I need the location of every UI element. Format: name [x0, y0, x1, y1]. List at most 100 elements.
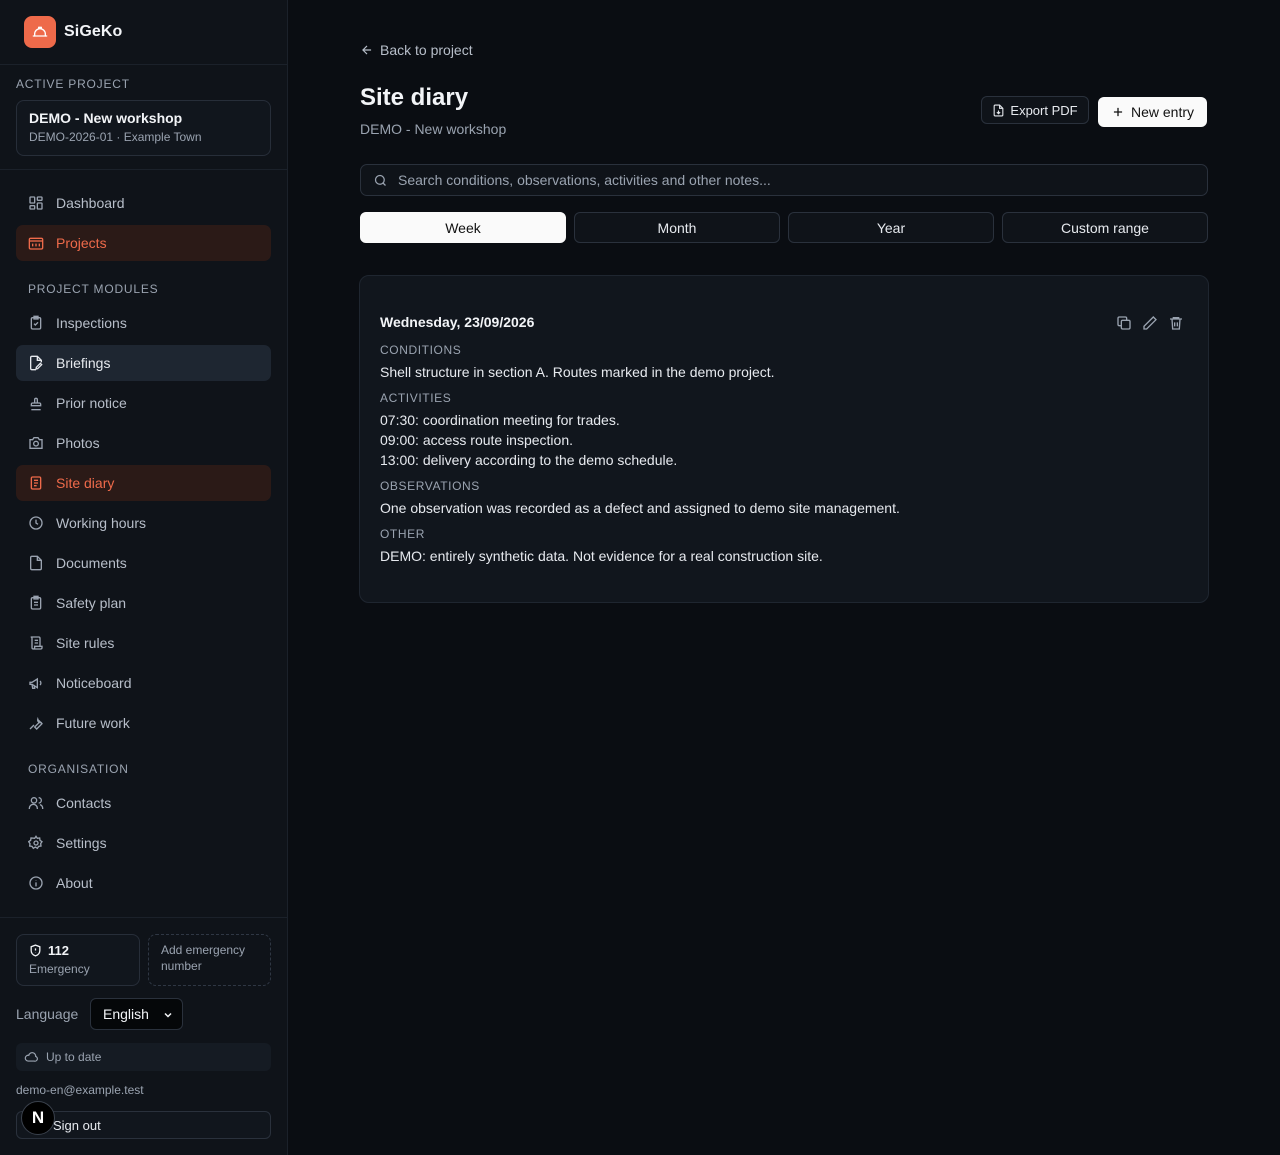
- building-icon: [28, 235, 44, 251]
- nav-label: Briefings: [56, 355, 111, 371]
- add-emergency-button[interactable]: Add emergency number: [148, 934, 271, 986]
- emergency-card[interactable]: 112 Emergency: [16, 934, 140, 986]
- nav-prior-notice[interactable]: Prior notice: [16, 385, 271, 421]
- nav-label: Dashboard: [56, 195, 125, 211]
- file-icon: [28, 555, 44, 571]
- active-project-label: ACTIVE PROJECT: [16, 77, 130, 91]
- activity-line: 09:00: access route inspection.: [380, 432, 574, 448]
- observations-text: One observation was recorded as a defect…: [380, 500, 900, 516]
- trash-icon[interactable]: [1168, 315, 1184, 331]
- nav-label: Photos: [56, 435, 100, 451]
- info-icon: [28, 875, 44, 891]
- search-bar[interactable]: [360, 164, 1208, 196]
- nav-safety-plan[interactable]: Safety plan: [16, 585, 271, 621]
- nav-photos[interactable]: Photos: [16, 425, 271, 461]
- other-label: OTHER: [380, 527, 425, 541]
- export-pdf-button[interactable]: Export PDF: [981, 96, 1089, 124]
- sync-text: Up to date: [46, 1050, 102, 1064]
- nav-about[interactable]: About: [16, 865, 271, 901]
- wrench-icon: [28, 715, 44, 731]
- search-icon: [373, 173, 388, 188]
- nav-label: Site rules: [56, 635, 115, 651]
- organisation-label: ORGANISATION: [28, 762, 129, 776]
- notebook-icon: [28, 475, 44, 491]
- project-meta: DEMO-2026-01 · Example Town: [29, 130, 202, 144]
- nav-contacts[interactable]: Contacts: [16, 785, 271, 821]
- tab-week[interactable]: Week: [360, 212, 566, 243]
- dev-badge[interactable]: N: [21, 1101, 55, 1135]
- hard-hat-icon: [24, 16, 56, 48]
- conditions-label: CONDITIONS: [380, 343, 462, 357]
- brand[interactable]: SiGeKo: [24, 16, 122, 48]
- stamp-icon: [28, 395, 44, 411]
- nav-label: Site diary: [56, 475, 115, 491]
- arrow-left-icon: [360, 43, 374, 57]
- file-download-icon: [992, 104, 1005, 117]
- nav-noticeboard[interactable]: Noticeboard: [16, 665, 271, 701]
- nav-site-diary[interactable]: Site diary: [16, 465, 271, 501]
- observations-label: OBSERVATIONS: [380, 479, 480, 493]
- clipboard-list-icon: [28, 595, 44, 611]
- cloud-check-icon: [24, 1050, 38, 1064]
- scroll-icon: [28, 635, 44, 651]
- dashboard-icon: [28, 195, 44, 211]
- entry-actions: [1116, 315, 1184, 331]
- nav-working-hours[interactable]: Working hours: [16, 505, 271, 541]
- divider: [0, 917, 287, 918]
- megaphone-icon: [28, 675, 44, 691]
- diary-entry-card: Wednesday, 23/09/2026 CONDITIONS Shell s…: [359, 275, 1209, 603]
- active-project-card[interactable]: DEMO - New workshop DEMO-2026-01 · Examp…: [16, 100, 271, 156]
- tab-custom-range[interactable]: Custom range: [1002, 212, 1208, 243]
- page-title: Site diary: [360, 84, 469, 111]
- gear-icon: [28, 835, 44, 851]
- nav-site-rules[interactable]: Site rules: [16, 625, 271, 661]
- nav-label: Inspections: [56, 315, 127, 331]
- search-input[interactable]: [398, 172, 1207, 188]
- back-to-project-link[interactable]: Back to project: [360, 40, 473, 60]
- clock-icon: [28, 515, 44, 531]
- divider: [0, 64, 287, 65]
- nav-briefings[interactable]: Briefings: [16, 345, 271, 381]
- chevron-down-icon: [162, 1008, 174, 1024]
- nav-dashboard[interactable]: Dashboard: [16, 185, 271, 221]
- tab-month[interactable]: Month: [574, 212, 780, 243]
- sign-out-label: Sign out: [53, 1117, 101, 1133]
- new-entry-label: New entry: [1130, 104, 1195, 120]
- activity-line: 07:30: coordination meeting for trades.: [380, 412, 620, 428]
- language-value: English: [103, 1006, 149, 1022]
- nav-label: Documents: [56, 555, 127, 571]
- nav-projects[interactable]: Projects: [16, 225, 271, 261]
- nav-future-work[interactable]: Future work: [16, 705, 271, 741]
- conditions-text: Shell structure in section A. Routes mar…: [380, 364, 775, 380]
- divider: [0, 169, 287, 170]
- export-pdf-label: Export PDF: [1010, 102, 1078, 118]
- file-pen-icon: [28, 355, 44, 371]
- language-label: Language: [16, 1006, 79, 1022]
- other-text: DEMO: entirely synthetic data. Not evide…: [380, 548, 823, 564]
- back-label: Back to project: [380, 42, 473, 58]
- new-entry-button[interactable]: New entry: [1098, 97, 1207, 127]
- nav-inspections[interactable]: Inspections: [16, 305, 271, 341]
- nav-label: Prior notice: [56, 395, 127, 411]
- nav-label: Safety plan: [56, 595, 127, 611]
- app-name: SiGeKo: [64, 23, 123, 40]
- nav-label: Future work: [56, 715, 130, 731]
- pencil-icon[interactable]: [1142, 315, 1158, 331]
- nav-label: Noticeboard: [56, 675, 132, 691]
- activity-line: 13:00: delivery according to the demo sc…: [380, 452, 678, 468]
- nav-label: Working hours: [56, 515, 147, 531]
- plus-icon: [1111, 105, 1125, 119]
- camera-icon: [28, 435, 44, 451]
- project-name: DEMO - New workshop: [29, 110, 183, 126]
- language-select[interactable]: English: [90, 998, 183, 1030]
- activities-label: ACTIVITIES: [380, 391, 452, 405]
- nav-settings[interactable]: Settings: [16, 825, 271, 861]
- shield-icon: [29, 944, 42, 957]
- emergency-label: Emergency: [29, 962, 90, 976]
- copy-icon[interactable]: [1116, 315, 1132, 331]
- tab-year[interactable]: Year: [788, 212, 994, 243]
- nav-label: Projects: [56, 235, 107, 251]
- nav-documents[interactable]: Documents: [16, 545, 271, 581]
- entry-date: Wednesday, 23/09/2026: [380, 314, 535, 330]
- page-subtitle: DEMO - New workshop: [360, 121, 507, 137]
